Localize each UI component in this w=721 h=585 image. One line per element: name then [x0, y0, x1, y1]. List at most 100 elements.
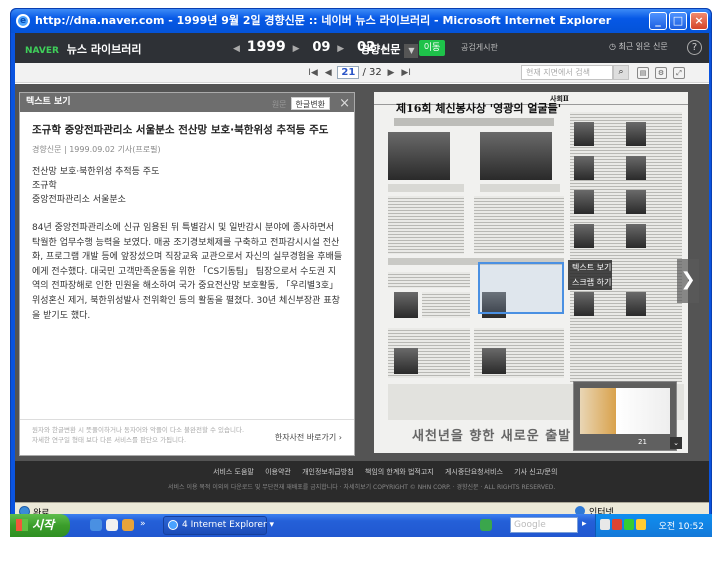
internet-explorer-icon [168, 520, 178, 530]
year-value[interactable]: 1999 [247, 39, 286, 55]
tray-icon[interactable] [624, 519, 634, 530]
window-title: http://dna.naver.com - 1999년 9월 2일 경향신문 … [35, 14, 612, 27]
article-meta: 경향신문 | 1999.09.02 기사(프로필) [32, 145, 161, 154]
brand-logo[interactable]: NAVER 뉴스 라이브러리 [25, 41, 141, 57]
browser-client-area: NAVER 뉴스 라이브러리 ◀ 1999 ▶ 09 ▶ 02 ▶ 경향신문 ▼ … [15, 33, 709, 533]
tray-icon[interactable] [612, 519, 622, 530]
text-view-panel: 텍스트 보기 원문 한글변환 × 조규학 중앙전파관리소 서울분소 전산망 보호·… [19, 92, 355, 456]
newspaper-name: 경향신문 [360, 43, 401, 56]
page-toolbar: I◀ ◀ 21 / 32 ▶ ▶I 현재 지면에서 검색 ⌕ ▤ ⚙ ⤢ [15, 63, 709, 83]
clock[interactable]: 오전 10:52 [659, 519, 704, 532]
windows-taskbar: 시작 » 4 Internet Explorer ▾ Google ▸ 오전 1… [10, 514, 712, 537]
tray-icon[interactable] [636, 519, 646, 530]
total-pages: 32 [369, 67, 382, 78]
library-header: NAVER 뉴스 라이브러리 ◀ 1999 ▶ 09 ▶ 02 ▶ 경향신문 ▼ … [15, 33, 709, 63]
tab-hangul[interactable]: 한글변환 [290, 97, 330, 110]
close-icon[interactable]: × [339, 94, 350, 113]
close-window-button[interactable]: × [690, 12, 708, 30]
prev-page-button[interactable]: ◀ [322, 68, 334, 78]
photo [626, 190, 646, 214]
page-separator: / [362, 67, 366, 78]
go-button[interactable]: 이동 [419, 40, 445, 56]
next-month-button[interactable]: ▶ [337, 44, 344, 54]
page-thumbnail[interactable] [580, 388, 670, 434]
summary-line: 중앙전파관리소 서울분소 [32, 195, 126, 205]
fullscreen-icon[interactable]: ⤢ [673, 67, 685, 79]
viewer-area: 텍스트 보기 원문 한글변환 × 조규학 중앙전파관리소 서울분소 전산망 보호·… [15, 84, 709, 461]
first-page-button[interactable]: I◀ [307, 68, 319, 78]
article-summary: 전산망 보호·북한위성 추적등 주도 조규학 중앙전파관리소 서울분소 [32, 165, 344, 207]
next-page-arrow[interactable]: ❯ [677, 259, 699, 303]
article-body: 84년 중앙전파관리소에 신규 임용된 뒤 특별감시 및 일반감시 분야에 종사… [32, 223, 343, 321]
footer-link[interactable]: 게시중단요청서비스 [445, 468, 503, 476]
photo [482, 348, 506, 374]
photo [394, 292, 418, 318]
article-title: 조규학 중앙전파관리소 서울분소 전산망 보호·북한위성 추적등 주도 [32, 124, 329, 136]
start-button[interactable]: 시작 [10, 514, 70, 537]
footer-links: 서비스 도움말 이용약관 개인정보취급방침 책임의 한계와 법적고지 게시중단요… [213, 467, 566, 477]
thumbnail-page-number: 21 [638, 438, 647, 446]
settings-icon[interactable]: ⚙ [655, 67, 667, 79]
brand-title: 뉴스 라이브러리 [66, 43, 142, 56]
network-icon[interactable] [480, 519, 492, 531]
messenger-quicklaunch-icon[interactable] [106, 519, 118, 531]
article-content: 조규학 중앙전파관리소 서울분소 전산망 보호·북한위성 추적등 주도 경향신문… [20, 112, 354, 323]
tab-original[interactable]: 원문 [268, 98, 291, 111]
photo [388, 132, 450, 180]
last-page-button[interactable]: ▶I [400, 68, 412, 78]
photo [574, 292, 594, 316]
text-panel-footer: 원자와 한글변환 시 뜻풀이하거나 동자어와 악플이 다소 불완전할 수 있습니… [20, 419, 354, 455]
help-icon[interactable]: ? [687, 40, 702, 55]
article-highlight[interactable] [478, 262, 564, 314]
text-column [388, 272, 470, 288]
maximize-button[interactable]: □ [669, 12, 687, 30]
chevron-down-icon: ▼ [404, 44, 419, 58]
photo [574, 122, 594, 146]
text-panel-tabs: 원문 한글변환 [268, 96, 330, 115]
scrap-icon[interactable]: ▤ [637, 67, 649, 79]
newspaper-select[interactable]: 경향신문 ▼ [360, 41, 419, 58]
search-go-icon[interactable]: ▸ [582, 519, 594, 531]
footer-link[interactable]: 이용약관 [265, 468, 291, 476]
chrome-quicklaunch-icon[interactable] [122, 519, 134, 531]
article-context-menu: 텍스트 보기 스크랩 하기 [568, 260, 612, 290]
footer-link[interactable]: 책임의 한계와 법적고지 [365, 468, 434, 476]
photo [626, 292, 646, 316]
prev-date-button[interactable]: ◀ [233, 44, 240, 54]
board-link[interactable]: 공검게시판 [461, 42, 498, 53]
recent-papers-link[interactable]: ◷ 최근 읽은 신문 [609, 41, 668, 52]
taskbar-ie-group[interactable]: 4 Internet Explorer ▾ [163, 516, 274, 535]
page-search-input[interactable]: 현재 지면에서 검색 [521, 65, 613, 80]
scrap-menu-item[interactable]: 스크랩 하기 [568, 275, 612, 290]
footer-link[interactable]: 서비스 도움말 [213, 468, 254, 476]
text-panel-header: 텍스트 보기 원문 한글변환 × [20, 93, 354, 112]
text-column [388, 196, 464, 254]
newspaper-bottom-text: 새천년을 향한 새로운 출발 [412, 429, 572, 444]
window-titlebar[interactable]: e http://dna.naver.com - 1999년 9월 2일 경향신… [11, 9, 711, 33]
minimize-button[interactable]: _ [649, 12, 667, 30]
photo [626, 156, 646, 180]
start-label: 시작 [32, 518, 55, 532]
ie-quicklaunch-icon[interactable] [90, 519, 102, 531]
text-view-menu-item[interactable]: 텍스트 보기 [568, 260, 612, 275]
search-icon[interactable]: ⌕ [613, 65, 629, 80]
tray-icon[interactable] [600, 519, 610, 530]
system-tray: 오전 10:52 [595, 514, 712, 537]
next-page-button[interactable]: ▶ [385, 68, 397, 78]
next-year-button[interactable]: ▶ [293, 44, 300, 54]
newspaper-headline: 제16회 체신봉사상 '영광의 얼굴들' [396, 102, 562, 115]
current-page-input[interactable]: 21 [337, 66, 360, 79]
hanja-dictionary-link[interactable]: 한자사전 바로가기 › [275, 432, 342, 443]
footer-link[interactable]: 개인정보취급방침 [302, 468, 354, 476]
photo [480, 132, 552, 180]
chevron-down-icon[interactable]: ⌄ [670, 437, 682, 449]
photo [394, 348, 418, 374]
taskbar-search-input[interactable]: Google [510, 517, 578, 533]
chevron-right-icon[interactable]: » [140, 519, 152, 531]
banner-bar [394, 118, 554, 126]
month-value[interactable]: 09 [312, 40, 330, 55]
page-thumbnail-navigator[interactable]: 21 [573, 381, 677, 451]
naver-logo: NAVER [25, 46, 59, 56]
footer-link[interactable]: 기사 신고/문의 [514, 468, 557, 476]
text-column [474, 196, 564, 254]
